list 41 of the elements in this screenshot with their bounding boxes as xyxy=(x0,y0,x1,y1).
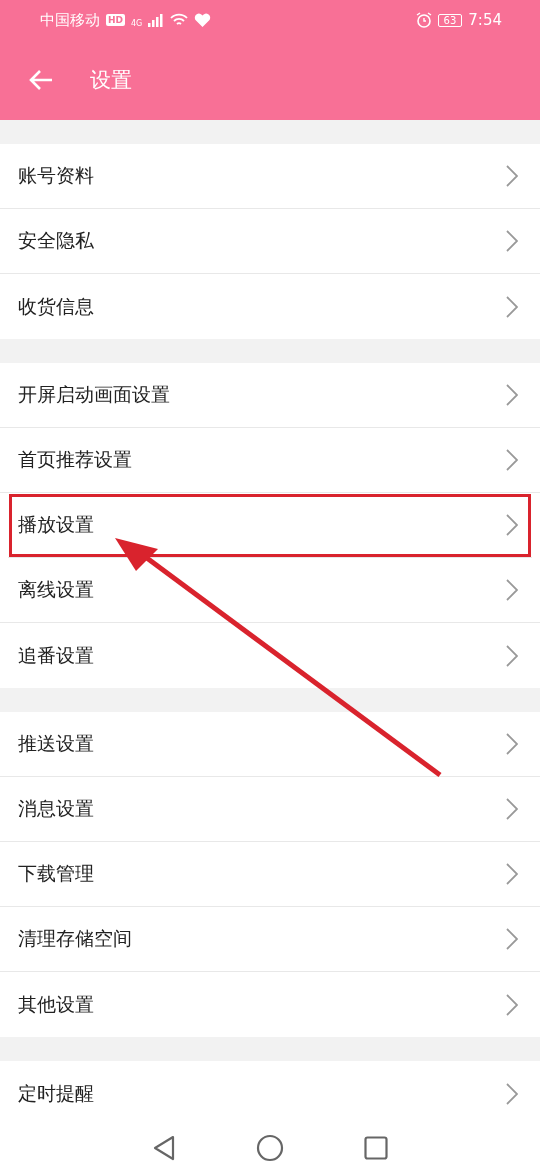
chevron-right-icon xyxy=(506,295,518,318)
highlighted-settings-item[interactable]: 播放设置 xyxy=(8,493,532,558)
settings-item[interactable]: 下载管理 xyxy=(0,842,540,907)
settings-item[interactable]: 账号资料 xyxy=(0,144,540,209)
chevron-right-icon xyxy=(506,579,518,601)
chevron-right-icon xyxy=(506,449,518,471)
clock-time: 7:54 xyxy=(468,11,502,29)
chevron-right-icon xyxy=(506,514,518,536)
chevron-right-icon xyxy=(506,165,518,187)
settings-item[interactable]: 其他设置 xyxy=(0,972,540,1037)
hd-badge: HD xyxy=(106,14,125,26)
settings-item[interactable]: 消息设置 xyxy=(0,777,540,842)
carrier-name: 中国移动 xyxy=(40,10,100,30)
back-nav-button[interactable] xyxy=(152,1135,176,1161)
settings-item[interactable]: 清理存储空间 xyxy=(0,907,540,972)
settings-item[interactable]: 首页推荐设置 xyxy=(0,428,540,493)
settings-item[interactable]: 追番设置 xyxy=(0,623,540,688)
heart-icon xyxy=(194,12,212,28)
recents-nav-button[interactable] xyxy=(364,1136,388,1160)
signal-icon xyxy=(148,13,165,27)
chevron-right-icon xyxy=(506,863,518,885)
settings-item[interactable]: 推送设置 xyxy=(0,712,540,777)
chevron-right-icon xyxy=(506,733,518,755)
chevron-right-icon xyxy=(506,993,518,1016)
settings-item[interactable]: 安全隐私 xyxy=(0,209,540,274)
back-button[interactable] xyxy=(28,69,54,91)
wifi-icon xyxy=(170,13,189,27)
chevron-right-icon xyxy=(506,928,518,950)
chevron-right-icon xyxy=(506,384,518,406)
home-nav-button[interactable] xyxy=(256,1134,284,1162)
settings-item[interactable]: 收货信息 xyxy=(0,274,540,339)
network-type: 4G xyxy=(131,18,143,28)
chevron-right-icon xyxy=(506,798,518,820)
chevron-right-icon xyxy=(506,644,518,667)
chevron-right-icon xyxy=(506,1082,518,1105)
settings-item[interactable]: 开屏启动画面设置 xyxy=(0,363,540,428)
chevron-right-icon xyxy=(506,230,518,252)
alarm-icon xyxy=(415,12,432,28)
page-title: 设置 xyxy=(90,67,132,94)
battery-level: 63 xyxy=(437,13,463,27)
settings-item[interactable]: 定时提醒 xyxy=(0,1061,540,1126)
